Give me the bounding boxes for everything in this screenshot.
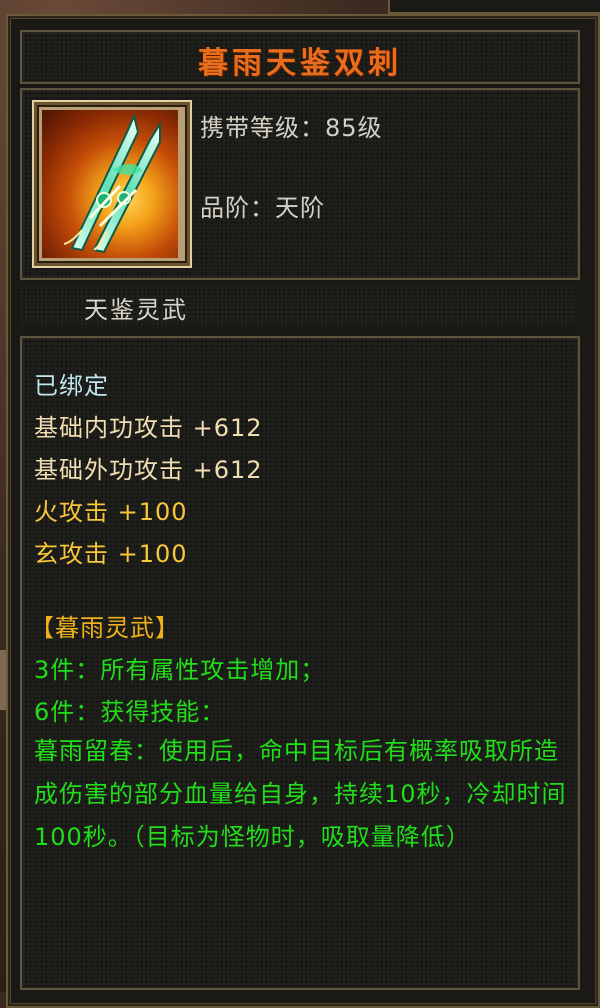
item-grade: 品阶：天阶 (200, 194, 325, 222)
mystic-attack: 玄攻击 +100 (34, 540, 188, 568)
top-frame-strip (388, 0, 600, 14)
attribute-panel: 已绑定 基础内功攻击 +612 基础外功攻击 +612 火攻击 +100 玄攻击… (20, 336, 580, 990)
item-category: 天鉴灵武 (84, 296, 188, 324)
item-info-panel: 携带等级：85级 品阶：天阶 (20, 88, 580, 280)
bound-status: 已绑定 (34, 372, 109, 400)
base-attribute-inner: 基础内功攻击 +612 (34, 414, 263, 442)
fire-attack: 火攻击 +100 (34, 498, 188, 526)
set-skill-description: 暮雨留春：使用后，命中目标后有概率吸取所造成伤害的部分血量给自身，持续10秒，冷… (34, 737, 567, 851)
item-name: 暮雨天鉴双刺 (198, 46, 402, 81)
set-name: 【暮雨灵武】 (30, 614, 180, 642)
base-attribute-outer: 基础外功攻击 +612 (34, 456, 263, 484)
carry-level: 携带等级：85级 (200, 114, 383, 142)
set-bonus-3: 3件：所有属性攻击增加； (34, 656, 326, 684)
item-icon-frame (32, 100, 192, 268)
set-bonus-6: 6件：获得技能： (34, 698, 226, 726)
twin-blade-weapon-icon (42, 110, 178, 258)
category-bar: 天鉴灵武 (20, 286, 576, 326)
title-bar: 暮雨天鉴双刺 (20, 30, 580, 84)
